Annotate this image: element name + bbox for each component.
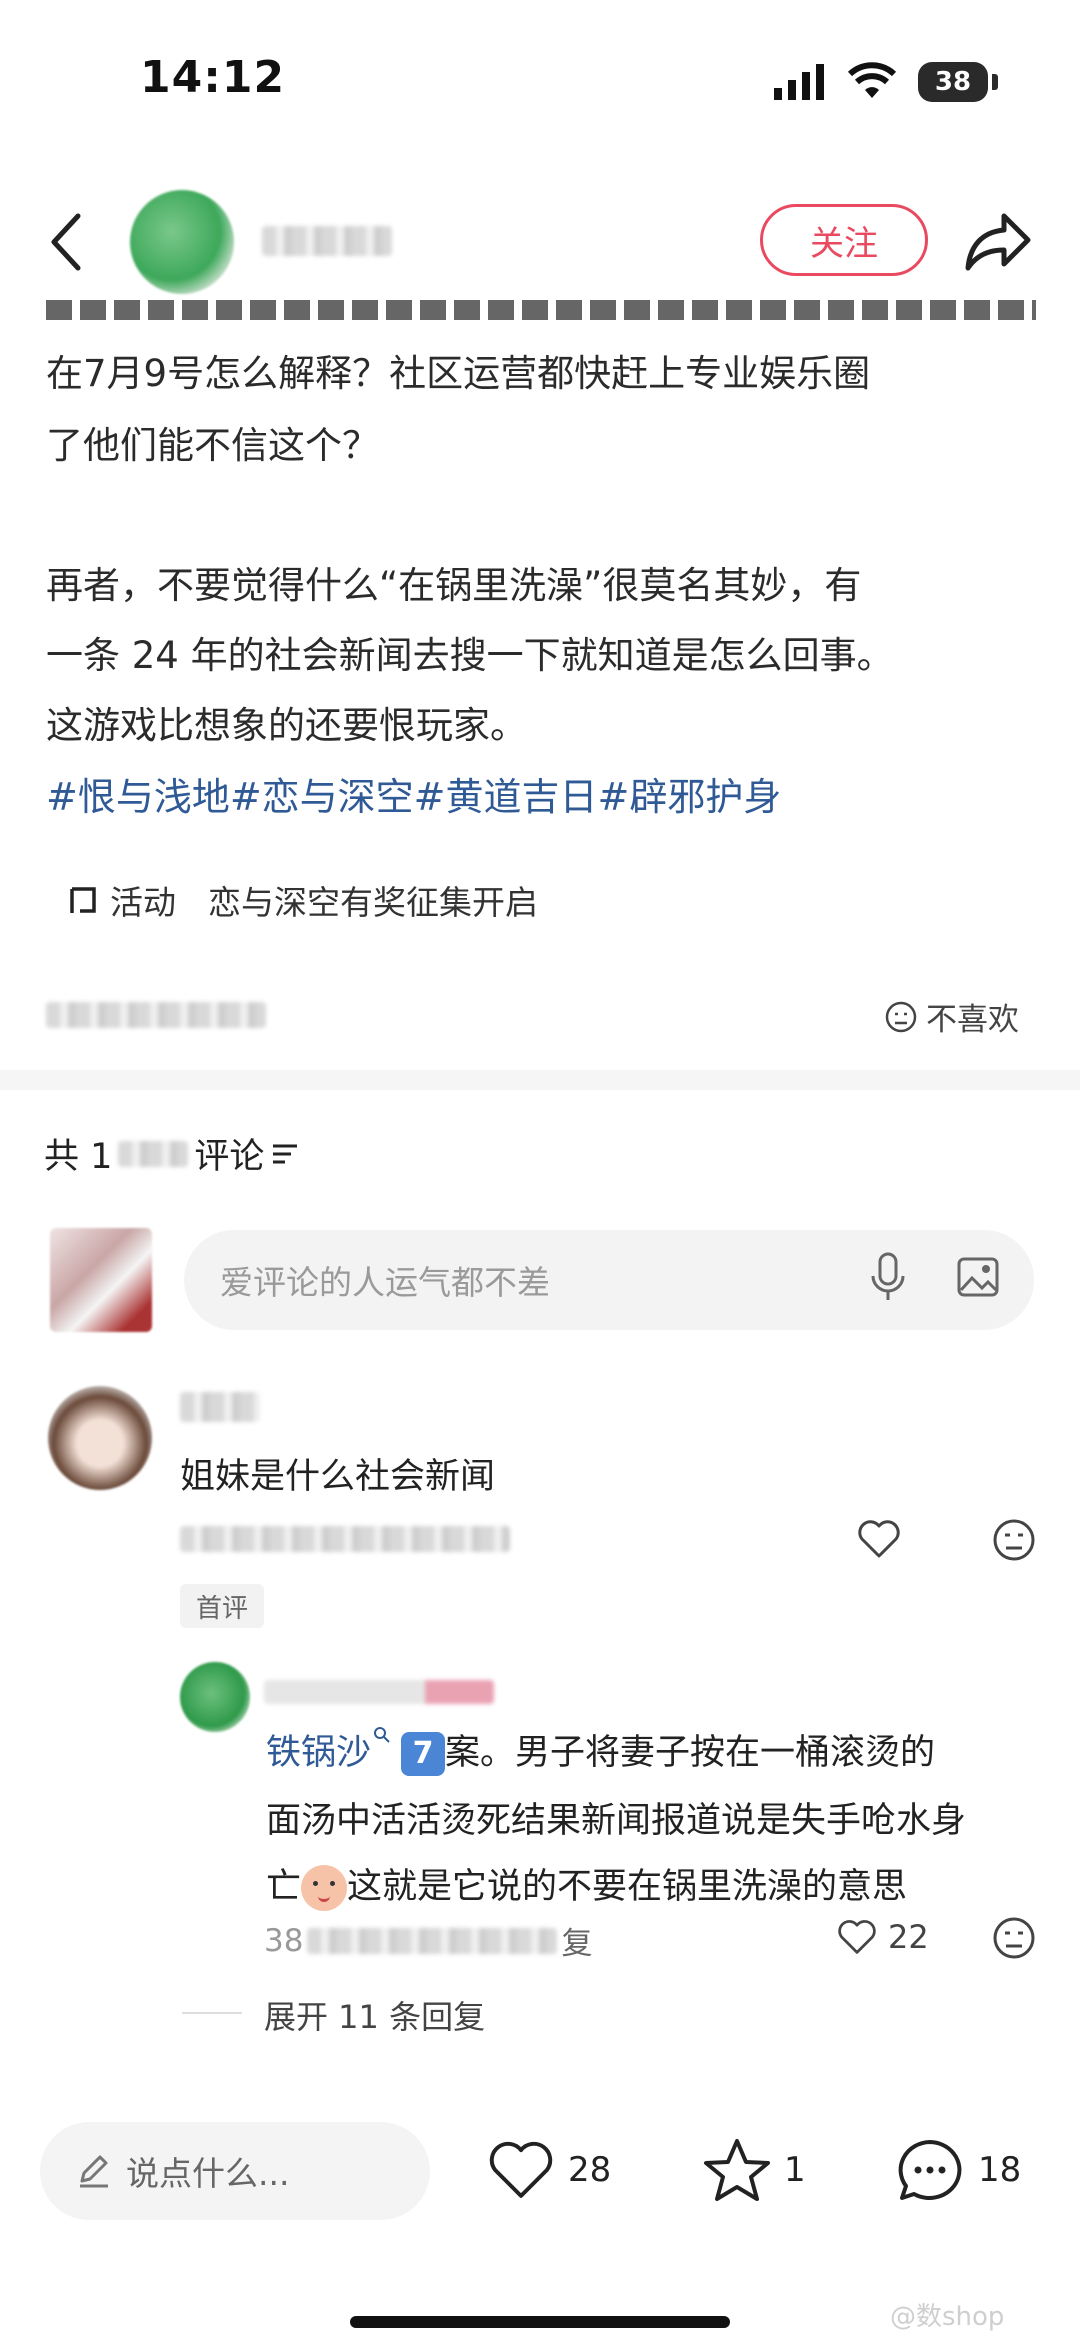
activity-label: 活动 bbox=[110, 883, 176, 922]
back-icon[interactable] bbox=[46, 210, 86, 274]
status-time: 14:12 bbox=[140, 52, 286, 103]
post-date bbox=[46, 1002, 266, 1028]
reply-text-part: 亡 bbox=[266, 1867, 302, 1907]
reply-like-button[interactable]: 22 bbox=[836, 1918, 929, 1956]
like-count: 28 bbox=[568, 2150, 612, 2190]
sort-icon[interactable] bbox=[270, 1141, 300, 1167]
reply-button[interactable]: 复 bbox=[561, 1918, 592, 1963]
comment-button[interactable]: 18 bbox=[894, 2136, 1021, 2204]
follow-button[interactable]: 关注 bbox=[760, 204, 928, 276]
reply-text-line: 面汤中活活烫死结果新闻报道说是失手呛水身 bbox=[266, 1801, 967, 1841]
post-hashtags[interactable]: #恨与浅地#恋与深空#黄道吉日#辟邪护身 bbox=[46, 766, 781, 821]
reply-like-count: 22 bbox=[888, 1918, 929, 1956]
say-something-input[interactable]: 说点什么... bbox=[40, 2122, 430, 2220]
reply-avatar[interactable] bbox=[180, 1662, 250, 1732]
reply-meta-blurred bbox=[307, 1927, 558, 1954]
share-icon[interactable] bbox=[964, 208, 1034, 274]
watermark: @数shop bbox=[890, 2302, 1005, 2332]
home-indicator[interactable] bbox=[350, 2316, 730, 2328]
comments-count: 共 1 评论 bbox=[44, 1128, 300, 1179]
author-avatar[interactable] bbox=[130, 190, 234, 294]
heart-icon bbox=[838, 1920, 876, 1954]
commenter-name[interactable] bbox=[180, 1392, 260, 1422]
dislike-face-icon bbox=[885, 1001, 917, 1032]
comment-count: 18 bbox=[978, 2150, 1022, 2190]
post-text-line: 再者，不要觉得什么“在锅里洗澡”很莫名其妙，有 bbox=[46, 564, 862, 607]
reply-keyword[interactable]: 铁锅沙 bbox=[266, 1733, 371, 1773]
post-text-line: 了他们能不信这个？ bbox=[46, 424, 379, 467]
say-something-placeholder: 说点什么... bbox=[126, 2154, 290, 2193]
commenter-avatar[interactable] bbox=[48, 1386, 152, 1490]
author-name[interactable] bbox=[262, 226, 392, 256]
comment-input-placeholder: 爱评论的人运气都不差 bbox=[220, 1263, 550, 1302]
reply-text-line: 铁锅沙 7 案。男子将妻子按在一桶滚烫的 bbox=[266, 1722, 1026, 1784]
activity-icon bbox=[70, 887, 96, 913]
reply-name[interactable] bbox=[264, 1680, 494, 1704]
battery-cap bbox=[992, 74, 998, 90]
heart-icon[interactable] bbox=[856, 1518, 902, 1560]
image-icon[interactable] bbox=[956, 1256, 1000, 1298]
post-text-line: 这游戏比想象的还要恨玩家。 bbox=[46, 704, 527, 747]
comments-count-prefix: 共 1 bbox=[44, 1137, 113, 1177]
expand-line bbox=[182, 2012, 242, 2014]
number-emoji: 7 bbox=[401, 1732, 446, 1776]
comment-text: 姐妹是什么社会新闻 bbox=[180, 1457, 496, 1497]
microphone-icon[interactable] bbox=[870, 1252, 906, 1304]
first-comment-badge: 首评 bbox=[180, 1584, 264, 1628]
wifi-icon bbox=[848, 62, 896, 98]
heart-icon bbox=[489, 2141, 553, 2198]
collect-button[interactable]: 1 bbox=[702, 2136, 806, 2204]
post-text-line: 在7月9号怎么解释？社区运营都快赶上专业娱乐圈 bbox=[46, 352, 871, 395]
dislike-label: 不喜欢 bbox=[926, 1002, 1019, 1038]
like-button[interactable]: 28 bbox=[486, 2138, 611, 2202]
section-divider bbox=[0, 1070, 1080, 1090]
reply-time: 38 bbox=[264, 1922, 304, 1959]
my-avatar bbox=[50, 1228, 152, 1332]
comment-meta bbox=[180, 1526, 510, 1552]
clipped-text-line bbox=[46, 300, 1036, 324]
star-icon bbox=[704, 2139, 770, 2201]
reply-meta: 38 复 bbox=[264, 1918, 592, 1963]
dislike-face-icon[interactable] bbox=[992, 1518, 1036, 1562]
dislike-face-icon[interactable] bbox=[992, 1916, 1036, 1960]
comments-count-suffix: 评论 bbox=[194, 1137, 265, 1177]
reply-text-part: 这就是它说的不要在锅里洗澡的意思 bbox=[347, 1867, 908, 1907]
dislike-button[interactable]: 不喜欢 bbox=[884, 994, 1019, 1039]
baby-face-emoji bbox=[301, 1865, 348, 1911]
pencil-icon bbox=[80, 2155, 108, 2188]
battery-indicator: 38 bbox=[918, 62, 988, 102]
expand-replies-button[interactable]: 展开 11 条回复 bbox=[264, 1992, 485, 2038]
activity-text: 恋与深空有奖征集开启 bbox=[208, 883, 538, 922]
chat-bubble-icon bbox=[898, 2140, 962, 2200]
signal-icon bbox=[774, 64, 824, 100]
collect-count: 1 bbox=[784, 2150, 806, 2190]
comments-count-blurred bbox=[118, 1140, 189, 1167]
activity-row[interactable]: 活动 恋与深空有奖征集开启 bbox=[66, 876, 538, 924]
post-text-line: 一条 24 年的社会新闻去搜一下就知道是怎么回事。 bbox=[46, 634, 894, 677]
reply-text-part: 案。男子将妻子按在一桶滚烫的 bbox=[445, 1733, 936, 1773]
search-icon bbox=[374, 1727, 390, 1743]
reply-text-line: 亡 这就是它说的不要在锅里洗澡的意思 bbox=[266, 1856, 1026, 1918]
